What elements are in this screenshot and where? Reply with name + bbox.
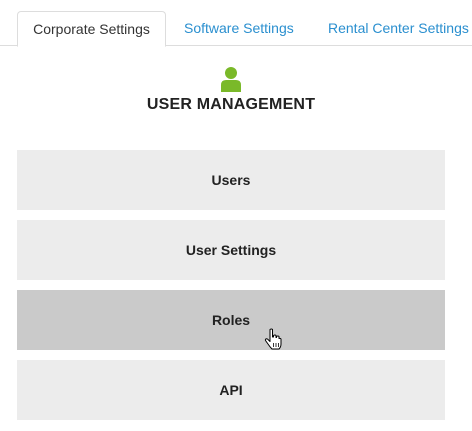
user-icon: [221, 67, 241, 92]
hand-pointer-icon: [264, 328, 282, 350]
tab-rental-center-settings[interactable]: Rental Center Settings: [328, 11, 469, 46]
tab-software-settings[interactable]: Software Settings: [184, 11, 294, 46]
user-settings-button-label: User Settings: [185, 242, 277, 258]
settings-tabs: Corporate Settings Software Settings Ren…: [0, 0, 472, 47]
roles-button-label: Roles: [211, 312, 251, 328]
section-title: USER MANAGEMENT: [146, 96, 316, 113]
user-settings-button[interactable]: User Settings: [17, 220, 445, 280]
tab-corporate-settings[interactable]: Corporate Settings: [17, 11, 166, 47]
api-button-label: API: [219, 382, 243, 398]
users-button[interactable]: Users: [17, 150, 445, 210]
api-button[interactable]: API: [17, 360, 445, 420]
users-button-label: Users: [211, 172, 251, 188]
section-header: USER MANAGEMENT: [17, 66, 445, 114]
roles-button[interactable]: Roles: [17, 290, 445, 350]
